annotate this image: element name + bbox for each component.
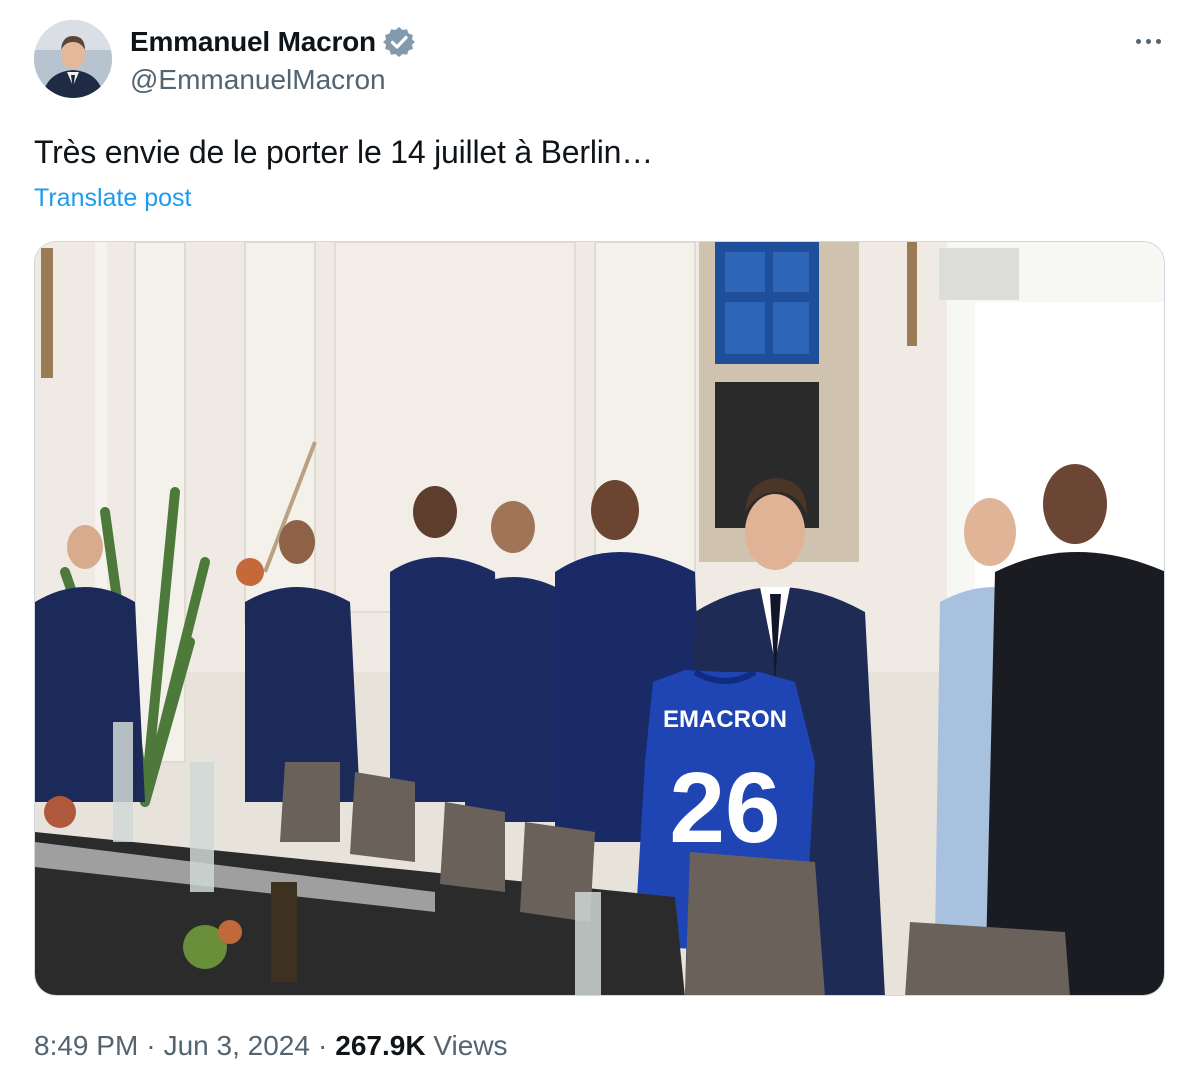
author-name-row[interactable]: Emmanuel Macron <box>130 24 416 60</box>
team-photo-illustration: EMACRON 26 <box>35 242 1164 995</box>
tweet: Emmanuel Macron @EmmanuelMacron Très env… <box>0 0 1198 1086</box>
views-label: Views <box>433 1030 508 1061</box>
dot <box>1155 38 1161 44</box>
post-meta: 8:49 PM · Jun 3, 2024 · 267.9K Views <box>34 1030 508 1062</box>
profile-photo-icon <box>34 20 112 98</box>
more-options-icon[interactable] <box>1128 26 1168 56</box>
translate-post-link[interactable]: Translate post <box>34 184 191 213</box>
dot <box>1135 38 1141 44</box>
jersey-number: 26 <box>669 752 780 864</box>
post-text: Très envie de le porter le 14 juillet à … <box>34 134 654 170</box>
separator: · <box>146 1030 156 1061</box>
author-handle[interactable]: @EmmanuelMacron <box>130 64 386 96</box>
post-date[interactable]: Jun 3, 2024 <box>164 1030 310 1062</box>
jersey-name: EMACRON <box>663 706 787 733</box>
author-display-name[interactable]: Emmanuel Macron <box>130 26 376 58</box>
post-time[interactable]: 8:49 PM <box>34 1030 138 1062</box>
separator: · <box>317 1030 328 1061</box>
dot <box>1145 38 1151 44</box>
verified-badge-icon <box>382 25 416 59</box>
avatar[interactable] <box>34 20 112 98</box>
views-count: 267.9K <box>335 1030 426 1061</box>
post-image[interactable]: EMACRON 26 <box>34 241 1165 996</box>
